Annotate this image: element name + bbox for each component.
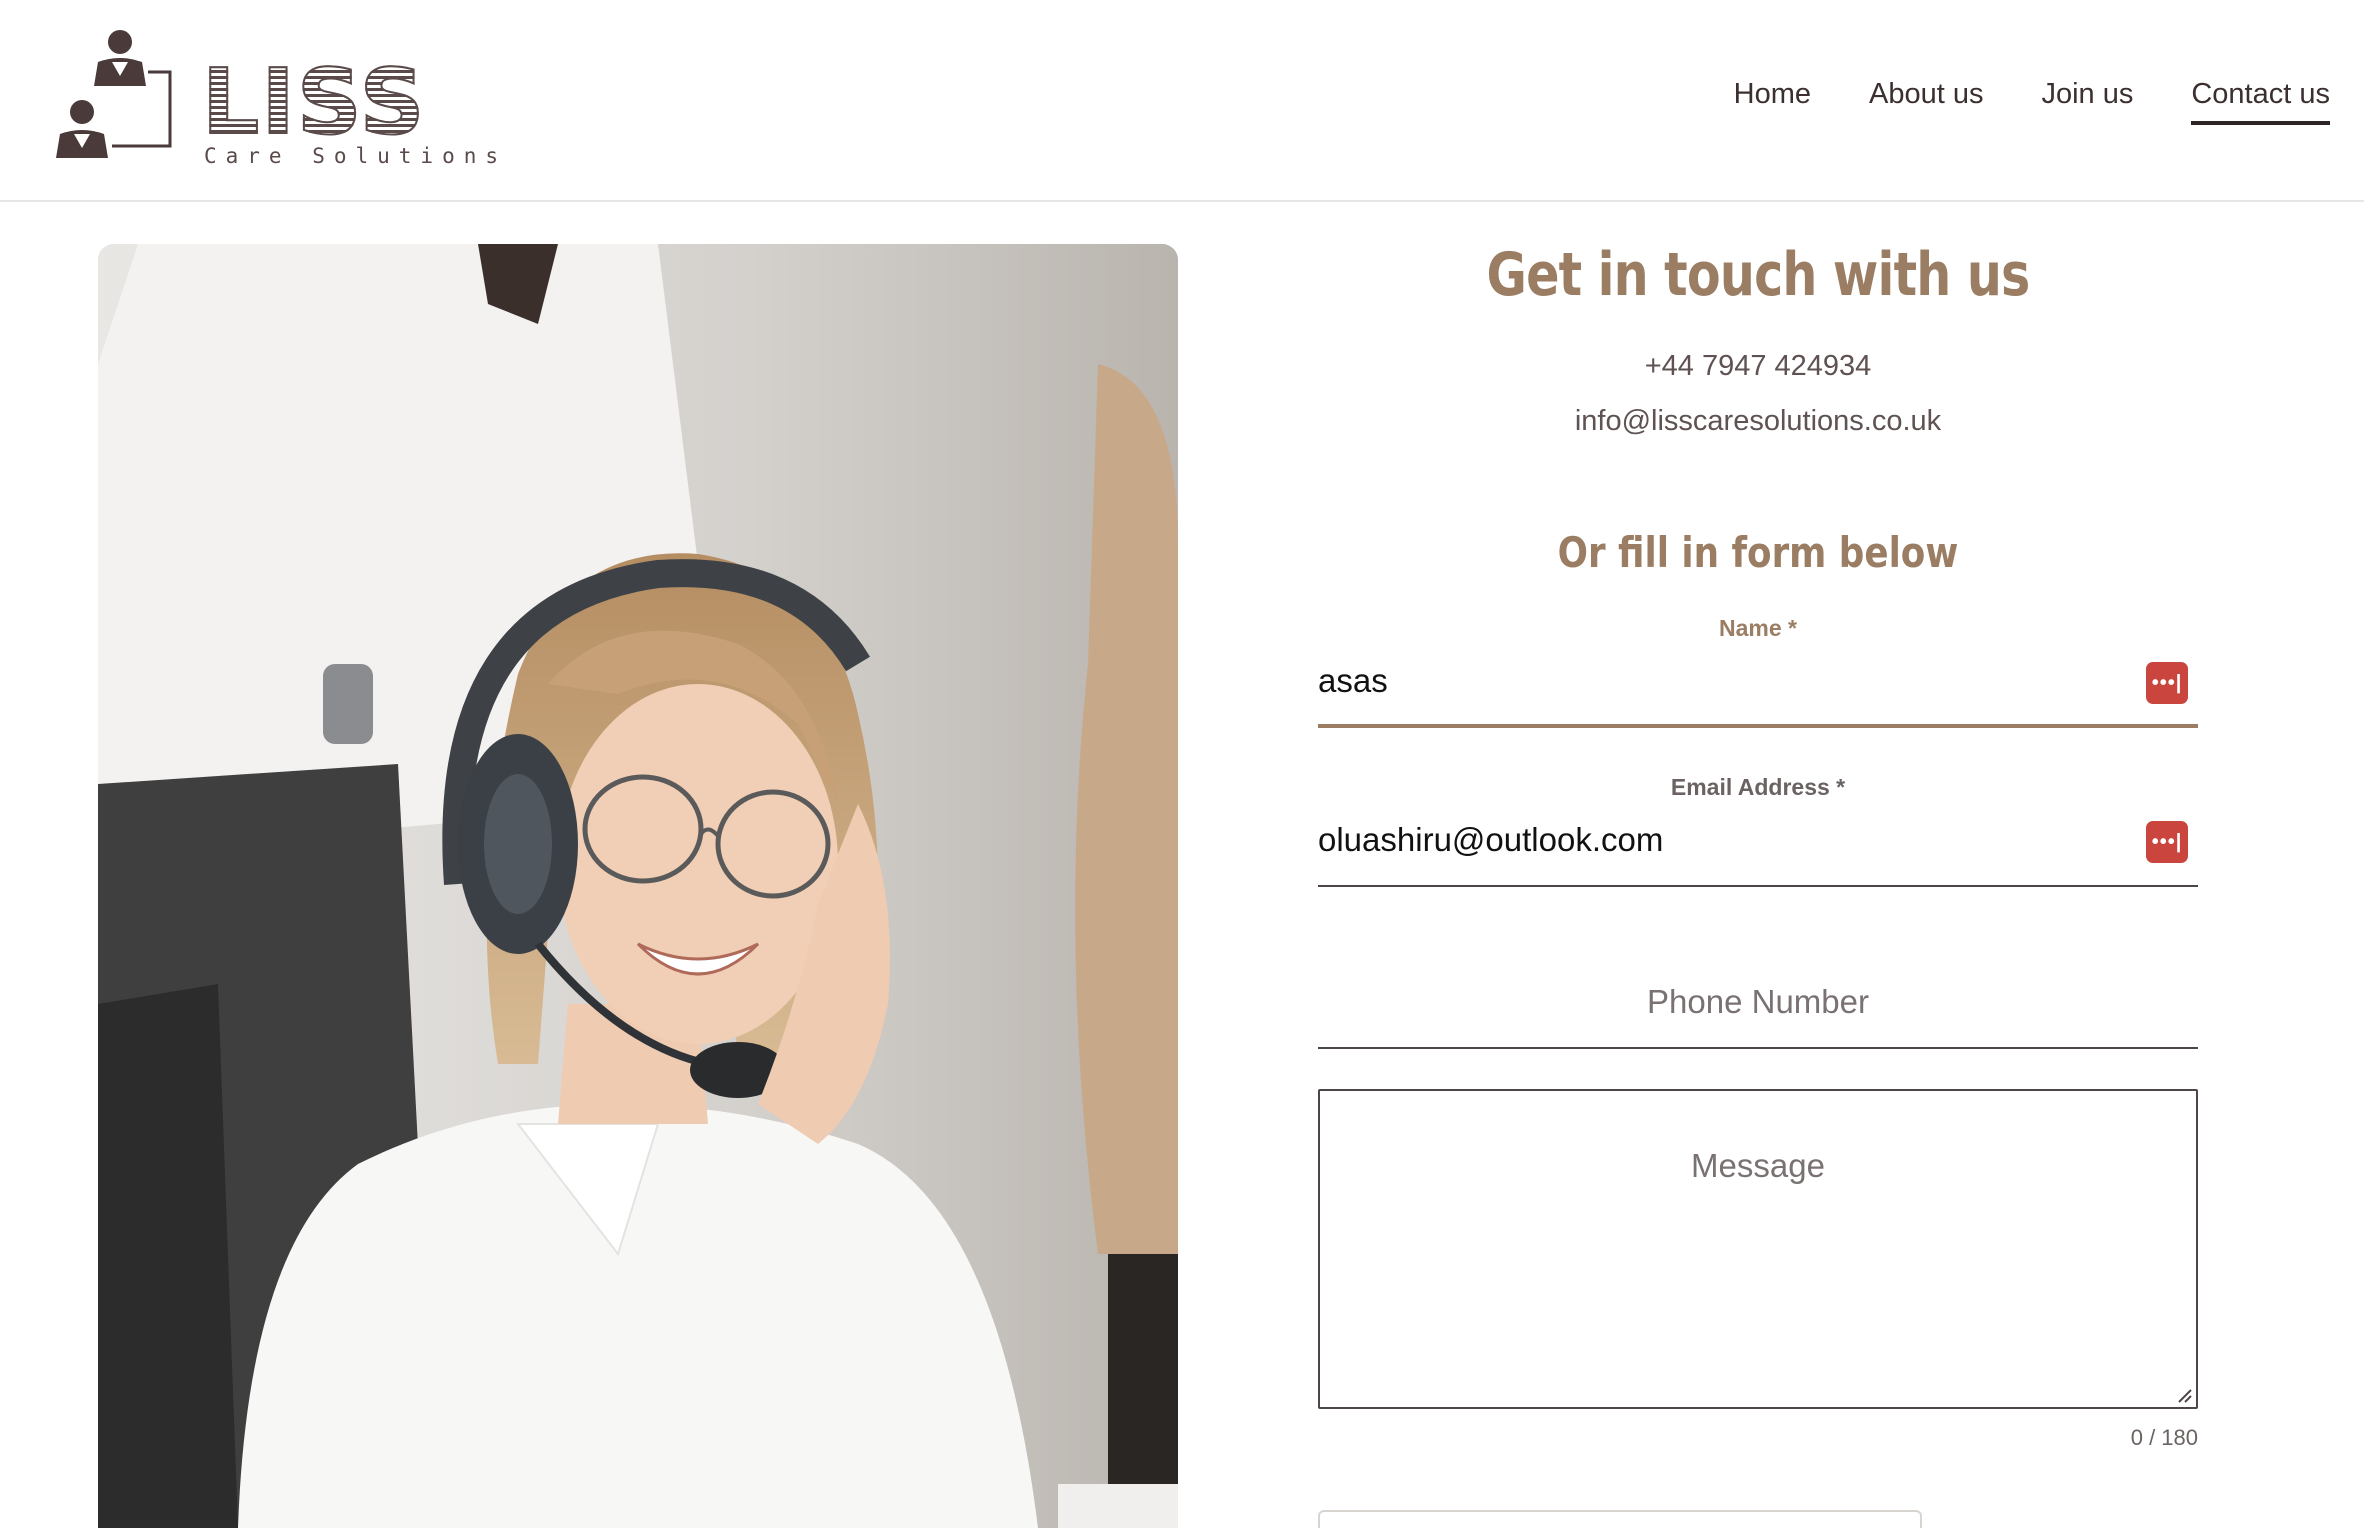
form-heading: Or fill in form below xyxy=(1557,528,1959,577)
site-header: LISS Care Solutions Home About us Join u… xyxy=(0,0,2364,202)
nav-about-us[interactable]: About us xyxy=(1869,78,1983,125)
contact-section: Get in touch with us +44 7947 424934 inf… xyxy=(1318,232,2198,1451)
nav-contact-us[interactable]: Contact us xyxy=(2191,78,2330,125)
password-manager-icon[interactable]: •••| xyxy=(2146,821,2188,863)
submit-button[interactable] xyxy=(1318,1510,1922,1528)
name-field-wrapper: •••| xyxy=(1318,642,2198,728)
contact-form: Name * •••| Email Address * •••| 0 / 180 xyxy=(1318,615,2198,1451)
contact-email[interactable]: info@lisscaresolutions.co.uk xyxy=(1318,405,2198,438)
contact-phone[interactable]: +44 7947 424934 xyxy=(1318,350,2198,383)
message-char-counter: 0 / 180 xyxy=(2130,1425,2198,1450)
nav-join-us[interactable]: Join us xyxy=(2041,78,2133,125)
nav-home[interactable]: Home xyxy=(1734,78,1811,125)
contact-photo xyxy=(98,244,1178,1528)
name-input[interactable] xyxy=(1318,662,2138,700)
site-logo[interactable]: LISS Care Solutions xyxy=(52,28,498,178)
contact-heading: Get in touch with us xyxy=(1486,240,2031,310)
people-icon xyxy=(56,30,172,158)
logo-subtitle: Care Solutions xyxy=(204,144,508,168)
name-label: Name * xyxy=(1719,615,1797,641)
phone-field-wrapper xyxy=(1318,963,2198,1049)
phone-input[interactable] xyxy=(1318,983,2198,1021)
message-field-wrapper xyxy=(1318,1089,2198,1409)
main-nav: Home About us Join us Contact us xyxy=(1734,78,2330,125)
support-agent-image xyxy=(98,244,1178,1528)
email-label: Email Address * xyxy=(1670,774,1846,800)
password-manager-icon[interactable]: •••| xyxy=(2146,662,2188,704)
email-field-wrapper: •••| xyxy=(1318,801,2198,887)
message-textarea[interactable] xyxy=(1320,1091,2196,1407)
resize-handle-icon[interactable] xyxy=(2175,1386,2193,1404)
logo-wordmark: LISS xyxy=(201,50,427,155)
email-input[interactable] xyxy=(1318,821,2138,859)
